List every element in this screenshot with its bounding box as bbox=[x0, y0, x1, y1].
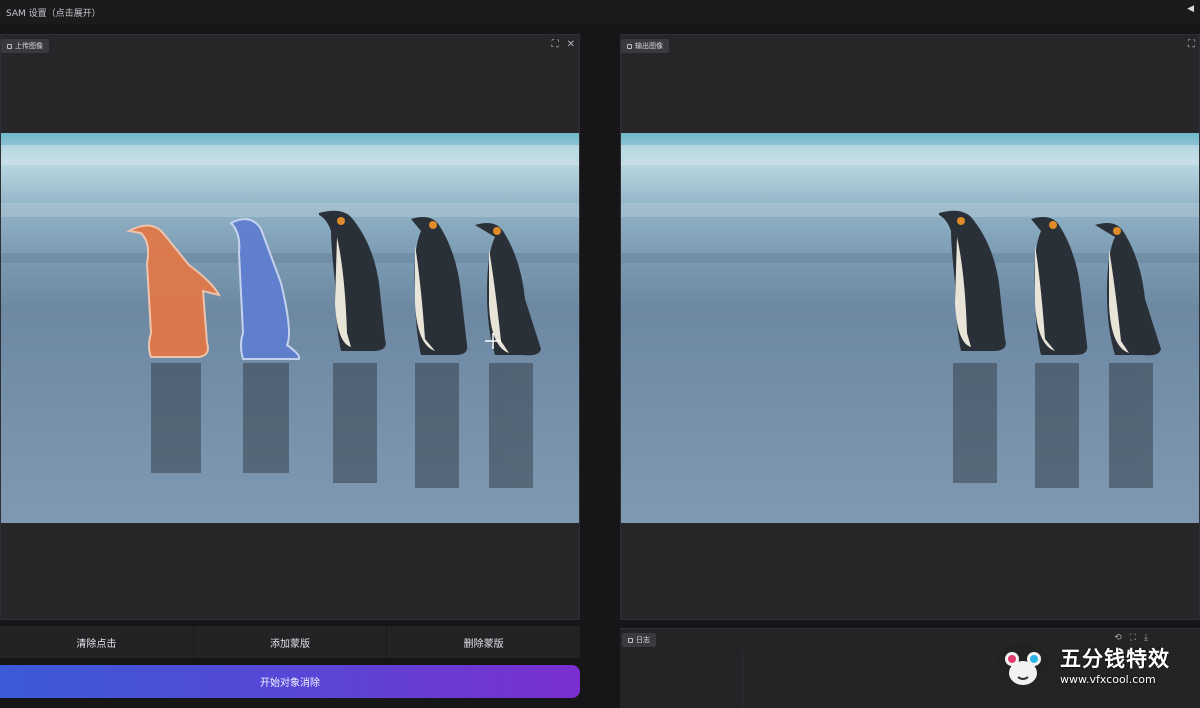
output-image-panel: 输出图像 ⛶ bbox=[620, 34, 1200, 620]
sam-settings-bar[interactable]: SAM 设置（点击展开） ◀ bbox=[0, 0, 1200, 24]
start-removal-button[interactable]: 开始对象消除 bbox=[0, 665, 580, 698]
watermark-logo-icon bbox=[997, 643, 1049, 685]
log-panel-label: 日志 bbox=[622, 633, 656, 647]
sam-settings-title[interactable]: SAM 设置（点击展开） bbox=[6, 6, 101, 19]
log-panel-label-text: 日志 bbox=[636, 636, 650, 644]
fullscreen-icon[interactable]: ⛶ bbox=[552, 39, 559, 50]
clear-points-button[interactable]: 清除点击 bbox=[0, 626, 194, 658]
collapse-icon[interactable]: ◀ bbox=[1187, 4, 1194, 14]
watermark: 五分钱特效 www.vfxcool.com bbox=[992, 638, 1192, 690]
image-icon bbox=[627, 43, 632, 49]
image-icon bbox=[7, 43, 12, 49]
close-icon[interactable]: ✕ bbox=[567, 39, 575, 50]
penguin-image-result bbox=[621, 133, 1199, 523]
delete-mask-button[interactable]: 删除蒙版 bbox=[387, 626, 581, 658]
output-panel-label-text: 输出图像 bbox=[635, 42, 663, 50]
output-image-canvas bbox=[621, 133, 1199, 523]
action-button-row: 清除点击 添加蒙版 删除蒙版 bbox=[0, 626, 581, 658]
log-divider bbox=[742, 650, 743, 708]
input-panel-label-text: 上传图像 bbox=[15, 42, 43, 50]
penguin-image-with-masks[interactable] bbox=[1, 133, 579, 523]
watermark-title: 五分钱特效 bbox=[1060, 646, 1170, 671]
fullscreen-icon[interactable]: ⛶ bbox=[1188, 39, 1195, 50]
output-panel-label: 输出图像 bbox=[621, 39, 669, 53]
input-image-panel: 上传图像 ⛶ ✕ bbox=[0, 34, 580, 620]
log-icon bbox=[628, 637, 633, 643]
input-panel-label: 上传图像 bbox=[1, 39, 49, 53]
input-image-canvas[interactable] bbox=[1, 133, 579, 523]
watermark-url: www.vfxcool.com bbox=[1060, 672, 1156, 686]
add-mask-button[interactable]: 添加蒙版 bbox=[193, 626, 388, 658]
